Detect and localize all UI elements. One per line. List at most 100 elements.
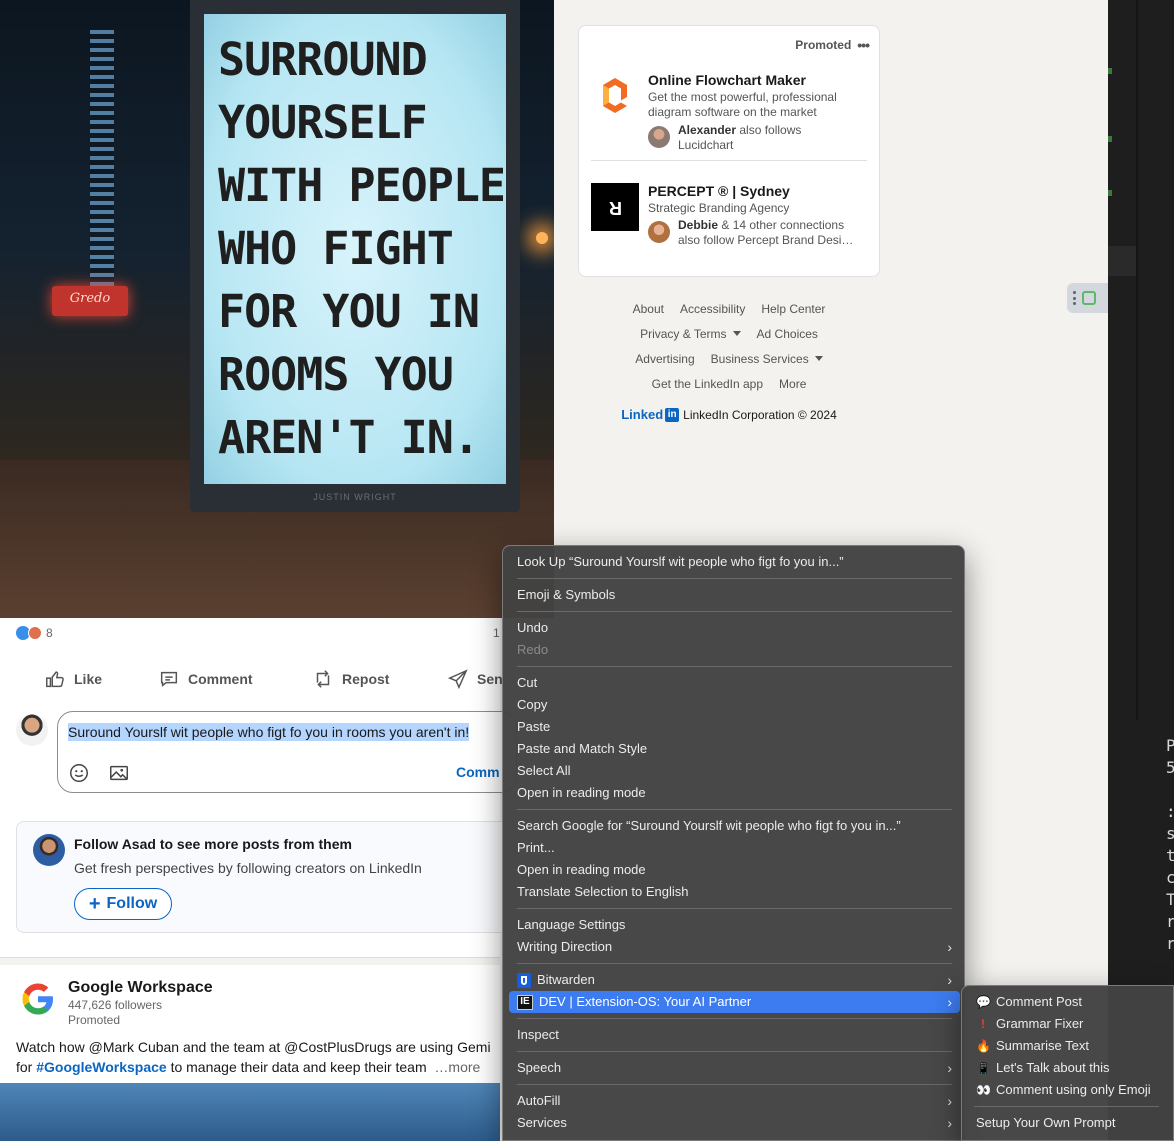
menu-item-dev-extension[interactable]: IE DEV | Extension-OS: Your AI Partner › [509, 991, 960, 1013]
comment-submit-button[interactable]: Comm [456, 764, 500, 780]
promo-connection: Alexander also follows Lucidchart [648, 123, 858, 153]
shop-sign: Gredo [52, 286, 128, 316]
connection-text: Alexander also follows Lucidchart [678, 123, 802, 152]
chevron-down-icon [814, 356, 823, 361]
speech-bubble-icon: 💬 [976, 995, 991, 1009]
thumbs-up-icon [46, 671, 64, 688]
promo-item-lucidchart[interactable]: Online Flowchart Maker Get the most powe… [591, 72, 869, 152]
phone-icon: 📱 [976, 1061, 991, 1075]
submenu-item-grammar-fixer[interactable]: ! Grammar Fixer [968, 1013, 1173, 1035]
submenu-item-emoji-only[interactable]: 👀 Comment using only Emoji [968, 1079, 1173, 1101]
emoji-icon[interactable] [68, 762, 90, 784]
drag-handle-icon[interactable] [1073, 291, 1076, 305]
promo-description: Get the most powerful, professional diag… [648, 90, 837, 119]
post-image[interactable]: Gredo SURROUND YOURSELF WITH PEOPLE WHO … [0, 0, 554, 618]
avatar[interactable] [16, 714, 48, 746]
submenu-item-comment-post[interactable]: 💬 Comment Post [968, 991, 1173, 1013]
footer-advertising[interactable]: Advertising [635, 352, 694, 366]
panel-text-edge: P 5 : s t c T r r [1166, 736, 1174, 953]
post-author[interactable]: Google Workspace [68, 979, 213, 997]
menu-separator [517, 611, 952, 612]
editor-side-panel: P 5 : s t c T r r [1108, 0, 1174, 1141]
comment-input[interactable]: Suround Yourslf wit people who figt fo y… [57, 711, 517, 793]
promoted-header: Promoted ••• [795, 37, 870, 53]
post-text-line1: Watch how @Mark Cuban and the team at @C… [16, 1039, 491, 1055]
menu-item-copy[interactable]: Copy [509, 694, 960, 716]
menu-item-cut[interactable]: Cut [509, 672, 960, 694]
menu-item-print[interactable]: Print... [509, 837, 960, 859]
linkedin-logo: Linked [621, 407, 664, 422]
footer-privacy-terms[interactable]: Privacy & Terms [640, 327, 741, 341]
footer-help-center[interactable]: Help Center [761, 302, 825, 316]
menu-separator [974, 1106, 1159, 1107]
footer-get-app[interactable]: Get the LinkedIn app [652, 377, 763, 391]
submenu-item-setup-prompt[interactable]: Setup Your Own Prompt [968, 1112, 1173, 1134]
image-icon[interactable] [108, 762, 130, 784]
status-marker [1108, 190, 1112, 196]
menu-item-speech[interactable]: Speech › [509, 1057, 960, 1079]
menu-item-inspect[interactable]: Inspect [509, 1024, 960, 1046]
see-more-link[interactable]: …more [434, 1059, 480, 1075]
menu-item-bitwarden[interactable]: Bitwarden › [509, 969, 960, 991]
submenu-item-summarise[interactable]: 🔥 Summarise Text [968, 1035, 1173, 1057]
panel-divider [1136, 0, 1138, 720]
context-menu: Look Up “Suround Yourslf wit people who … [502, 545, 965, 1141]
menu-item-paste-match-style[interactable]: Paste and Match Style [509, 738, 960, 760]
footer-more[interactable]: More [779, 377, 806, 391]
promo-title[interactable]: Online Flowchart Maker [648, 72, 806, 88]
footer-ad-choices[interactable]: Ad Choices [757, 327, 818, 341]
fire-icon: 🔥 [976, 1039, 991, 1053]
follow-title: Follow Asad to see more posts from them [74, 836, 352, 852]
comment-count[interactable]: 1 [493, 626, 500, 640]
menu-item-services[interactable]: Services › [509, 1112, 960, 1134]
post-image[interactable] [0, 1083, 500, 1141]
promo-item-percept[interactable]: R PERCEPT ® | Sydney Strategic Branding … [591, 183, 869, 263]
repost-button[interactable]: Repost [312, 668, 389, 690]
billboard-panel: SURROUND YOURSELF WITH PEOPLE WHO FIGHT … [204, 14, 506, 484]
menu-item-translate[interactable]: Translate Selection to English [509, 881, 960, 903]
post-card: 8 1 Like Comment Repost Sen Suround Your… [0, 618, 517, 958]
promo-title[interactable]: PERCEPT ® | Sydney [648, 183, 790, 199]
reactions[interactable]: 8 [16, 626, 53, 640]
menu-item-look-up[interactable]: Look Up “Suround Yourslf wit people who … [509, 551, 960, 573]
more-options-icon[interactable]: ••• [857, 37, 870, 53]
submenu-item-talk[interactable]: 📱 Let's Talk about this [968, 1057, 1173, 1079]
billboard-quote: SURROUND YOURSELF WITH PEOPLE WHO FIGHT … [218, 33, 506, 464]
street-lamp [536, 232, 548, 244]
chevron-right-icon: › [947, 972, 952, 988]
menu-separator [517, 1018, 952, 1019]
menu-item-reading-mode[interactable]: Open in reading mode [509, 782, 960, 804]
promo-description: Strategic Branding Agency [648, 201, 790, 215]
menu-item-language-settings[interactable]: Language Settings [509, 914, 960, 936]
send-icon [447, 669, 468, 690]
google-logo-icon[interactable] [20, 981, 56, 1017]
floating-extension-widget[interactable] [1067, 283, 1108, 313]
panel-scroll-thumb[interactable] [1108, 246, 1136, 276]
eyes-icon: 👀 [976, 1083, 991, 1097]
menu-item-paste[interactable]: Paste [509, 716, 960, 738]
repost-label: Repost [342, 671, 390, 687]
status-marker [1108, 136, 1112, 142]
menu-item-emoji-symbols[interactable]: Emoji & Symbols [509, 584, 960, 606]
menu-item-autofill[interactable]: AutoFill › [509, 1090, 960, 1112]
menu-item-select-all[interactable]: Select All [509, 760, 960, 782]
hashtag-link[interactable]: #GoogleWorkspace [36, 1059, 166, 1075]
follow-label: Follow [106, 895, 158, 912]
avatar [648, 126, 670, 148]
send-button[interactable]: Sen [447, 668, 503, 690]
footer-business-services[interactable]: Business Services [711, 352, 823, 366]
menu-item-undo[interactable]: Undo [509, 617, 960, 639]
menu-item-search-google[interactable]: Search Google for “Suround Yourslf wit p… [509, 815, 960, 837]
comment-input-text[interactable]: Suround Yourslf wit people who figt fo y… [68, 723, 470, 741]
follow-button[interactable]: + Follow [74, 888, 172, 920]
menu-item-writing-direction[interactable]: Writing Direction › [509, 936, 960, 958]
footer-accessibility[interactable]: Accessibility [680, 302, 745, 316]
send-label: Sen [477, 671, 503, 687]
menu-item-reading-mode-2[interactable]: Open in reading mode [509, 859, 960, 881]
footer-about[interactable]: About [633, 302, 664, 316]
check-icon [1082, 291, 1096, 305]
avatar[interactable] [33, 834, 65, 866]
comment-label: Comment [188, 671, 253, 687]
like-button[interactable]: Like [44, 668, 102, 690]
comment-button[interactable]: Comment [158, 668, 253, 690]
